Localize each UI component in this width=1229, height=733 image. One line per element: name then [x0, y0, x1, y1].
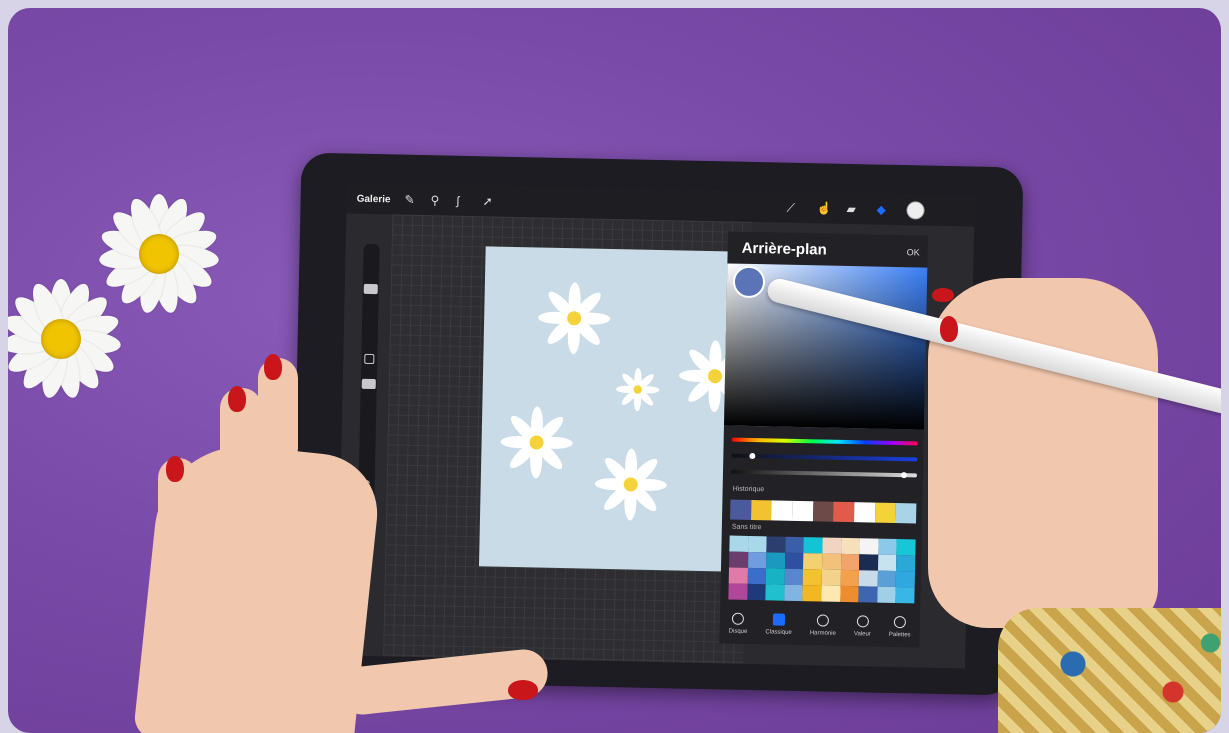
palette-swatch[interactable]: [858, 570, 878, 587]
palette-swatch[interactable]: [803, 553, 823, 570]
palette-swatch[interactable]: [877, 570, 897, 588]
palette-swatches[interactable]: [728, 535, 916, 604]
palette-swatch[interactable]: [766, 536, 786, 553]
saturation-slider[interactable]: [731, 452, 918, 462]
palette-swatch[interactable]: [858, 586, 878, 603]
tab-label: Palettes: [888, 631, 911, 639]
palette-label: Sans titre: [731, 523, 762, 532]
palette-swatch[interactable]: [747, 567, 767, 585]
modify-button[interactable]: [364, 353, 375, 365]
history-swatch[interactable]: [792, 500, 814, 522]
tab-icon: [816, 614, 830, 627]
daisy-flower: [97, 193, 220, 315]
palette-swatch[interactable]: [728, 583, 748, 600]
fingernail: [508, 680, 538, 700]
brush-size-slider[interactable]: [363, 283, 378, 295]
palette-swatch[interactable]: [822, 537, 842, 554]
wrench-icon[interactable]: ✎: [404, 193, 414, 207]
palette-swatch[interactable]: [747, 535, 767, 553]
palette-swatch[interactable]: [803, 537, 823, 554]
palette-swatch[interactable]: [840, 537, 860, 555]
layers-icon[interactable]: ◆: [876, 203, 886, 217]
palette-swatch[interactable]: [784, 552, 804, 570]
fingernail: [932, 288, 954, 302]
brightness-slider[interactable]: [730, 469, 918, 479]
palette-swatch[interactable]: [729, 551, 748, 568]
palette-swatch[interactable]: [728, 567, 748, 584]
fingernail: [228, 386, 246, 412]
palette-swatch[interactable]: [803, 569, 822, 586]
history-swatch[interactable]: [854, 502, 876, 523]
fingernail: [264, 354, 282, 380]
selection-icon[interactable]: ʃ: [456, 194, 459, 208]
palette-swatch[interactable]: [896, 539, 916, 556]
magic-wand-icon[interactable]: ⚲: [430, 193, 439, 207]
palette-swatch[interactable]: [765, 568, 785, 585]
tab-label: Valeur: [853, 631, 871, 638]
tab-icon: [856, 615, 869, 628]
palette-swatch[interactable]: [859, 538, 879, 555]
palette-swatch[interactable]: [746, 583, 766, 601]
palette-swatch[interactable]: [785, 536, 805, 554]
palette-swatch[interactable]: [859, 554, 879, 571]
palette-swatch[interactable]: [765, 584, 785, 601]
history-label: Historique: [732, 485, 765, 494]
tab-icon: [732, 612, 745, 625]
history-swatch[interactable]: [771, 500, 793, 521]
palette-swatch[interactable]: [784, 568, 804, 586]
palette-swatch[interactable]: [877, 586, 897, 604]
palette-swatch[interactable]: [821, 585, 841, 602]
tab-disque[interactable]: Disque: [728, 612, 748, 635]
palette-swatch[interactable]: [821, 569, 841, 586]
transform-icon[interactable]: ➚: [482, 194, 492, 208]
palette-swatch[interactable]: [840, 553, 860, 571]
color-mode-tabs: Disque Classique Harmonie Valeur Palettes: [719, 603, 920, 647]
palette-swatch[interactable]: [802, 585, 822, 602]
history-swatch[interactable]: [750, 499, 772, 521]
opacity-slider[interactable]: [361, 378, 376, 390]
ipad-tablet: Galerie ✎ ⚲ ʃ ➚ ⟋ ☝ ▰ ◆ ↶: [290, 152, 1024, 696]
tab-classique[interactable]: Classique: [765, 613, 792, 636]
history-swatch[interactable]: [812, 501, 834, 522]
tab-valeur[interactable]: Valeur: [853, 615, 871, 638]
palette-swatch[interactable]: [877, 554, 897, 572]
history-swatch[interactable]: [874, 502, 896, 524]
color-icon[interactable]: [906, 201, 925, 220]
palette-swatch[interactable]: [729, 535, 749, 552]
ok-button[interactable]: OK: [907, 247, 920, 257]
procreate-screen: Galerie ✎ ⚲ ʃ ➚ ⟋ ☝ ▰ ◆ ↶: [337, 183, 975, 669]
fingernail: [940, 316, 958, 342]
tab-icon: [772, 613, 786, 626]
history-swatches[interactable]: [730, 499, 917, 524]
palette-swatch[interactable]: [747, 551, 767, 569]
tab-harmonie[interactable]: Harmonie: [810, 614, 836, 637]
palette-swatch[interactable]: [839, 585, 859, 603]
eraser-icon[interactable]: ▰: [846, 202, 856, 216]
fingernail: [166, 456, 184, 482]
hue-slider[interactable]: [731, 437, 918, 446]
palette-swatch[interactable]: [878, 538, 898, 556]
palette-swatch[interactable]: [784, 584, 804, 602]
brush-icon[interactable]: ⟋: [786, 201, 795, 216]
tab-palettes[interactable]: Palettes: [889, 616, 911, 638]
gallery-button[interactable]: Galerie: [357, 194, 391, 206]
tab-label: Classique: [765, 629, 792, 636]
photo-background: Galerie ✎ ⚲ ʃ ➚ ⟋ ☝ ▰ ◆ ↶: [8, 8, 1221, 733]
tab-label: Harmonie: [809, 630, 836, 637]
tab-label: Disque: [728, 628, 748, 635]
color-panel-title: Arrière-plan: [741, 239, 827, 259]
patterned-sleeve: [998, 608, 1221, 733]
history-swatch[interactable]: [895, 503, 917, 524]
palette-swatch[interactable]: [840, 569, 860, 587]
palette-swatch[interactable]: [766, 552, 786, 569]
palette-swatch[interactable]: [895, 587, 915, 604]
history-swatch[interactable]: [833, 501, 855, 523]
tab-icon: [893, 616, 907, 629]
daisy-flower: [8, 278, 122, 400]
palette-swatch[interactable]: [896, 571, 915, 588]
palette-swatch[interactable]: [821, 553, 841, 570]
history-swatch[interactable]: [730, 499, 752, 520]
palette-swatch[interactable]: [896, 555, 916, 572]
smudge-icon[interactable]: ☝: [816, 201, 831, 215]
